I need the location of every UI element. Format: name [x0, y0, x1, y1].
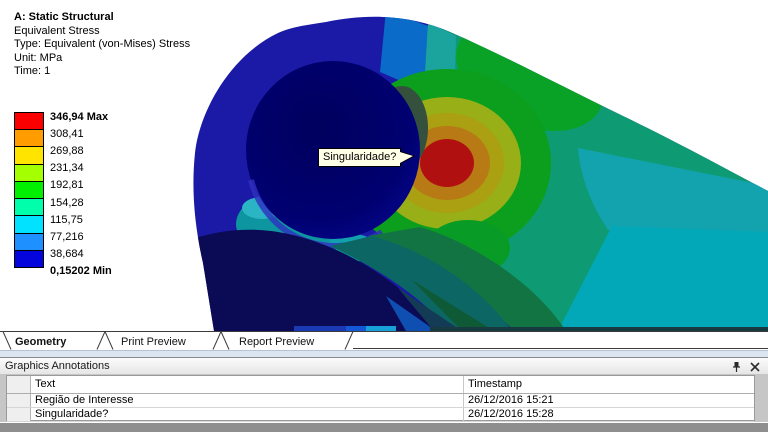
annotations-panel-title: Graphics Annotations: [5, 360, 110, 372]
tab-print-preview[interactable]: Print Preview: [121, 336, 186, 348]
splitter-strip[interactable]: [0, 350, 768, 357]
result-line: Equivalent Stress: [14, 24, 100, 37]
row-selector[interactable]: [7, 394, 31, 407]
annotations-table: Text Timestamp Região de Interesse 26/12…: [0, 374, 768, 422]
row-selector-header: [7, 376, 31, 393]
legend-color-cell: [14, 215, 44, 234]
legend-value-label: 38,684: [50, 248, 84, 261]
graphics-viewport[interactable]: A: Static Structural Equivalent Stress T…: [0, 0, 768, 331]
annotations-table-header: Text Timestamp: [7, 376, 754, 394]
result-line: Unit: MPa: [14, 51, 63, 64]
tab-report-preview[interactable]: Report Preview: [239, 336, 314, 348]
ansys-mechanical-window: A: Static Structural Equivalent Stress T…: [0, 0, 768, 432]
legend-color-cell: [14, 232, 44, 251]
tab-geometry[interactable]: Geometry: [15, 336, 67, 348]
legend-value-label: 269,88: [50, 144, 84, 157]
legend-value-label: 0,15202 Min: [50, 265, 112, 278]
legend-value-label: 308,41: [50, 127, 84, 140]
legend-color-cell: [14, 249, 44, 268]
legend-color-cell: [14, 112, 44, 131]
legend-color-scale: [14, 112, 44, 268]
result-line: Type: Equivalent (von-Mises) Stress: [14, 38, 191, 50]
legend-value-label: 115,75: [50, 213, 83, 226]
column-header-timestamp[interactable]: Timestamp: [464, 376, 754, 393]
annotation-timestamp-cell: 26/12/2016 15:21: [468, 394, 554, 406]
legend-value-label: 77,216: [50, 230, 84, 243]
legend-value-label: 192,81: [50, 179, 84, 192]
column-header-text[interactable]: Text: [31, 376, 464, 393]
annotations-panel-titlebar: Graphics Annotations: [0, 357, 768, 374]
table-row[interactable]: Região de Interesse 26/12/2016 15:21: [7, 394, 754, 408]
legend-value-label: 346,94 Max: [50, 110, 109, 123]
window-bottom-edge: [0, 422, 768, 432]
table-row[interactable]: Singularidade? 26/12/2016 15:28: [7, 408, 754, 422]
legend-color-cell: [14, 198, 44, 217]
result-info-block: A: Static Structural Equivalent Stress T…: [14, 11, 190, 79]
annotation-text-cell: Região de Interesse: [31, 394, 464, 407]
legend-color-cell: [14, 146, 44, 165]
legend-value-label: 154,28: [50, 196, 84, 209]
annotation-text-cell: Singularidade?: [31, 408, 464, 421]
result-line: Time: 1: [14, 65, 51, 77]
legend-color-cell: [14, 129, 44, 148]
row-selector[interactable]: [7, 408, 31, 421]
result-title: A: Static Structural: [14, 11, 114, 23]
annotation-callout[interactable]: Singularidade?: [318, 148, 416, 167]
legend-value-label: 231,34: [50, 162, 84, 175]
hotspot-red-core: [420, 139, 474, 187]
legend-color-cell: [14, 180, 44, 200]
annotation-callout-text: Singularidade?: [323, 151, 397, 163]
annotation-timestamp-cell: 26/12/2016 15:28: [468, 408, 554, 420]
legend-color-cell: [14, 163, 44, 182]
view-tabstrip: Geometry Print Preview Report Preview: [0, 331, 768, 350]
